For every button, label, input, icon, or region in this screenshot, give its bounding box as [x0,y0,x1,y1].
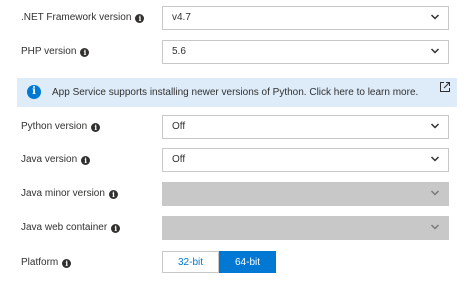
platform-toggle: 32-bit 64-bit [162,251,277,273]
chevron-down-icon [430,48,440,54]
chevron-down-icon [430,190,440,196]
java-version-value: Off [172,154,186,165]
dotnet-version-label: .NET Framework version [21,12,132,23]
php-version-value: 5.6 [172,46,186,57]
info-icon[interactable]: i [91,122,101,132]
info-icon: i [27,85,41,99]
php-version-label-wrap: PHP version i [21,40,90,64]
java-minor-version-label: Java minor version [21,188,105,199]
info-icon[interactable]: i [111,223,121,233]
java-version-label-wrap: Java version i [21,148,91,172]
chevron-down-icon [430,156,440,162]
platform-32bit-option[interactable]: 32-bit [162,251,219,273]
python-version-row: Python version i Off [0,115,474,139]
platform-64bit-option[interactable]: 64-bit [219,251,276,273]
php-version-label: PHP version [21,46,77,57]
java-version-label: Java version [21,154,78,165]
info-icon[interactable]: i [108,189,118,199]
chevron-down-icon [430,123,440,129]
info-icon[interactable]: i [62,258,72,268]
python-version-select[interactable]: Off [162,115,449,139]
info-icon[interactable]: i [135,13,145,23]
java-web-container-select [162,216,449,240]
python-info-banner[interactable]: i App Service supports installing newer … [17,78,457,107]
python-version-value: Off [172,121,186,132]
info-icon[interactable]: i [81,155,91,165]
php-version-select[interactable]: 5.6 [162,40,449,64]
chevron-down-icon [430,14,440,20]
java-minor-version-row: Java minor version i [0,182,474,206]
java-minor-version-label-wrap: Java minor version i [21,182,118,206]
external-link-icon[interactable] [439,81,451,93]
java-version-select[interactable]: Off [162,148,449,172]
python-version-label-wrap: Python version i [21,115,101,139]
platform-row: Platform i 32-bit 64-bit [0,251,474,275]
java-version-row: Java version i Off [0,148,474,172]
dotnet-version-label-wrap: .NET Framework version i [21,6,145,30]
banner-text: App Service supports installing newer ve… [52,87,419,98]
python-version-label: Python version [21,121,88,132]
java-web-container-label: Java web container [21,222,108,233]
dotnet-version-select[interactable]: v4.7 [162,6,449,30]
dotnet-version-row: .NET Framework version i v4.7 [0,6,474,30]
chevron-down-icon [430,224,440,230]
java-web-container-row: Java web container i [0,216,474,240]
info-icon[interactable]: i [80,47,90,57]
platform-label-wrap: Platform i [21,251,72,275]
java-minor-version-select [162,182,449,206]
platform-label: Platform [21,257,59,268]
java-web-container-label-wrap: Java web container i [21,216,121,240]
app-settings-panel: .NET Framework version i v4.7 PHP versio… [0,0,474,281]
php-version-row: PHP version i 5.6 [0,40,474,64]
dotnet-version-value: v4.7 [172,12,191,23]
